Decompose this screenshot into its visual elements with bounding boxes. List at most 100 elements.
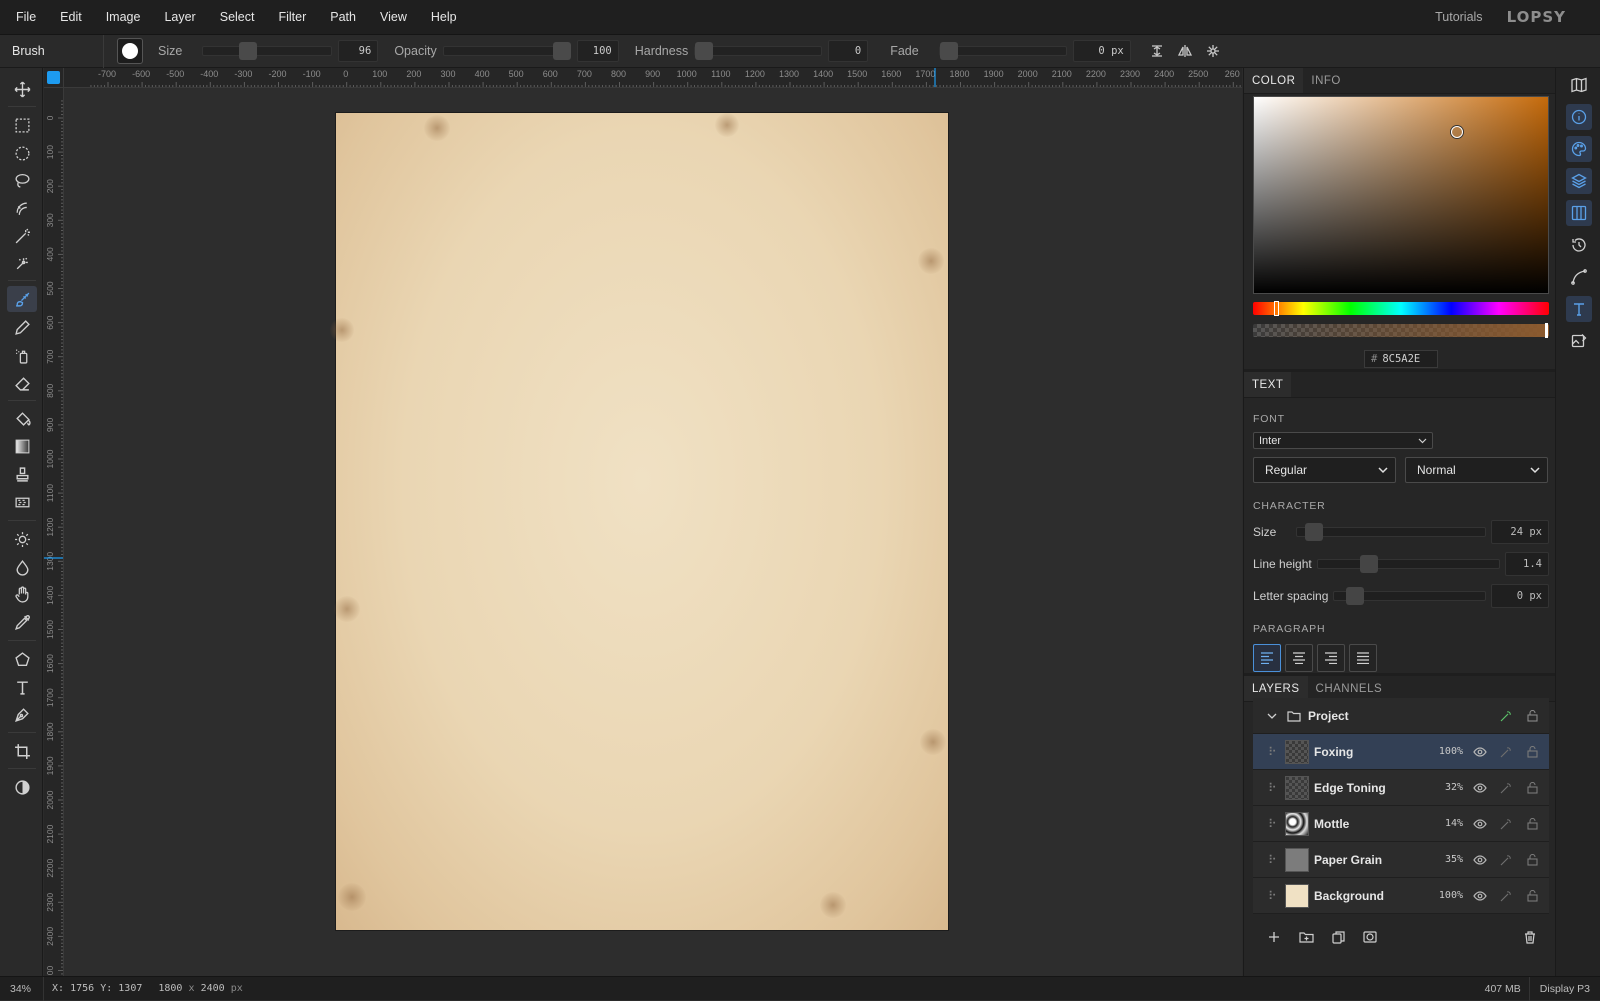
line-height-slider[interactable] bbox=[1316, 555, 1500, 573]
add-group-button[interactable] bbox=[1295, 926, 1317, 948]
opacity-value[interactable]: 100 bbox=[576, 40, 619, 62]
lasso-tool[interactable] bbox=[7, 167, 37, 193]
layer-row[interactable]: ⠗ Background 100% bbox=[1253, 878, 1549, 914]
brush-preview[interactable] bbox=[117, 38, 143, 64]
alpha-slider[interactable] bbox=[1253, 323, 1549, 338]
dodge-tool[interactable] bbox=[7, 526, 37, 552]
text-tool[interactable] bbox=[7, 674, 37, 700]
hardness-slider-thumb[interactable] bbox=[695, 42, 714, 60]
eraser-tool[interactable] bbox=[7, 370, 37, 396]
fade-value[interactable]: 0 px bbox=[1072, 40, 1131, 62]
menu-select[interactable]: Select bbox=[208, 0, 267, 35]
menu-edit[interactable]: Edit bbox=[48, 0, 94, 35]
document-canvas[interactable] bbox=[330, 113, 948, 930]
pressure-size-icon[interactable] bbox=[1147, 41, 1167, 61]
tab-color[interactable]: COLOR bbox=[1244, 68, 1304, 93]
info-panel-button[interactable] bbox=[1566, 104, 1592, 130]
layer-lock-toggle[interactable] bbox=[1523, 743, 1541, 761]
crop-tool[interactable] bbox=[7, 738, 37, 764]
zoom-level[interactable]: 34% bbox=[0, 976, 44, 1001]
move-tool[interactable] bbox=[7, 76, 37, 102]
drag-handle-icon[interactable]: ⠗ bbox=[1268, 853, 1280, 867]
layer-row[interactable]: ⠗ Foxing 100% bbox=[1253, 734, 1549, 770]
layer-lock-toggle[interactable] bbox=[1523, 851, 1541, 869]
line-height-slider-thumb[interactable] bbox=[1359, 555, 1378, 573]
duplicate-layer-button[interactable] bbox=[1327, 926, 1349, 948]
layer-visibility-toggle[interactable] bbox=[1471, 743, 1489, 761]
letter-spacing-slider-thumb[interactable] bbox=[1346, 587, 1365, 605]
layer-lock-toggle[interactable] bbox=[1523, 887, 1541, 905]
channels-panel-button[interactable] bbox=[1566, 200, 1592, 226]
align-left-button[interactable] bbox=[1253, 644, 1281, 672]
font-family-select[interactable]: Inter bbox=[1253, 432, 1433, 449]
add-layer-button[interactable] bbox=[1263, 926, 1285, 948]
smudge-tool[interactable] bbox=[7, 581, 37, 607]
letter-spacing-value[interactable]: 0 px bbox=[1491, 584, 1549, 608]
drag-handle-icon[interactable]: ⠗ bbox=[1268, 889, 1280, 903]
polygon-tool[interactable] bbox=[7, 646, 37, 672]
hue-slider-thumb[interactable] bbox=[1274, 301, 1279, 316]
opacity-slider[interactable] bbox=[442, 42, 571, 60]
image-adjust-panel-button[interactable] bbox=[1566, 328, 1592, 354]
menu-file[interactable]: File bbox=[0, 0, 48, 35]
align-justify-button[interactable] bbox=[1349, 644, 1377, 672]
font-size-slider[interactable] bbox=[1296, 523, 1486, 541]
color-saturation-field[interactable] bbox=[1253, 96, 1549, 294]
group-effects-toggle[interactable] bbox=[1497, 707, 1515, 725]
object-select-tool[interactable] bbox=[7, 250, 37, 276]
delete-layer-button[interactable] bbox=[1519, 926, 1541, 948]
group-lock-toggle[interactable] bbox=[1523, 707, 1541, 725]
layer-visibility-toggle[interactable] bbox=[1471, 887, 1489, 905]
menu-view[interactable]: View bbox=[368, 0, 419, 35]
menu-image[interactable]: Image bbox=[94, 0, 153, 35]
font-weight-select[interactable]: Regular bbox=[1253, 457, 1396, 483]
letter-spacing-slider[interactable] bbox=[1333, 587, 1486, 605]
layer-visibility-toggle[interactable] bbox=[1471, 815, 1489, 833]
spray-tool[interactable] bbox=[7, 342, 37, 368]
alpha-slider-thumb[interactable] bbox=[1545, 323, 1548, 338]
layer-visibility-toggle[interactable] bbox=[1471, 779, 1489, 797]
stamp-tool[interactable] bbox=[7, 461, 37, 487]
layer-row[interactable]: ⠗ Edge Toning 32% bbox=[1253, 770, 1549, 806]
tutorials-link[interactable]: Tutorials bbox=[1435, 10, 1482, 24]
tab-info[interactable]: INFO bbox=[1303, 68, 1348, 93]
rect-select-tool[interactable] bbox=[7, 112, 37, 138]
magic-wand-tool[interactable] bbox=[7, 223, 37, 249]
blur-tool[interactable] bbox=[7, 554, 37, 580]
ruler-corner[interactable] bbox=[44, 68, 64, 88]
menu-layer[interactable]: Layer bbox=[152, 0, 207, 35]
fade-slider[interactable] bbox=[938, 42, 1067, 60]
size-slider-thumb[interactable] bbox=[239, 42, 258, 60]
font-size-value[interactable]: 24 px bbox=[1491, 520, 1549, 544]
quick-select-tool[interactable] bbox=[7, 195, 37, 221]
symmetry-icon[interactable] bbox=[1175, 41, 1195, 61]
layer-visibility-toggle[interactable] bbox=[1471, 851, 1489, 869]
font-size-slider-thumb[interactable] bbox=[1305, 523, 1323, 541]
layer-lock-toggle[interactable] bbox=[1523, 779, 1541, 797]
layers-panel-button[interactable] bbox=[1566, 168, 1592, 194]
layer-effects-toggle[interactable] bbox=[1497, 851, 1515, 869]
align-right-button[interactable] bbox=[1317, 644, 1345, 672]
color-profile[interactable]: Display P3 bbox=[1528, 976, 1600, 1001]
menu-filter[interactable]: Filter bbox=[266, 0, 318, 35]
brush-tool[interactable] bbox=[7, 286, 37, 312]
color-picker-handle[interactable] bbox=[1451, 126, 1463, 138]
fill-tool[interactable] bbox=[7, 405, 37, 431]
mandala-icon[interactable] bbox=[1203, 41, 1223, 61]
align-center-button[interactable] bbox=[1285, 644, 1313, 672]
text-panel-button[interactable] bbox=[1566, 296, 1592, 322]
size-slider[interactable] bbox=[202, 42, 333, 60]
layer-mask-button[interactable] bbox=[1359, 926, 1381, 948]
opacity-slider-thumb[interactable] bbox=[552, 42, 571, 60]
line-height-value[interactable]: 1.4 bbox=[1505, 552, 1549, 576]
hardness-value[interactable]: 0 bbox=[828, 40, 869, 62]
fade-slider-thumb[interactable] bbox=[939, 42, 958, 60]
layer-row[interactable]: ⠗ Paper Grain 35% bbox=[1253, 842, 1549, 878]
drag-handle-icon[interactable]: ⠗ bbox=[1268, 781, 1280, 795]
pen-tool[interactable] bbox=[7, 701, 37, 727]
layer-effects-toggle[interactable] bbox=[1497, 815, 1515, 833]
drag-handle-icon[interactable]: ⠗ bbox=[1268, 745, 1280, 759]
vertical-ruler[interactable]: 0 100 200 300 400 500 600 700 800 900 1000 1100 1200… bbox=[44, 88, 64, 976]
drag-handle-icon[interactable]: ⠗ bbox=[1268, 817, 1280, 831]
menu-help[interactable]: Help bbox=[419, 0, 469, 35]
